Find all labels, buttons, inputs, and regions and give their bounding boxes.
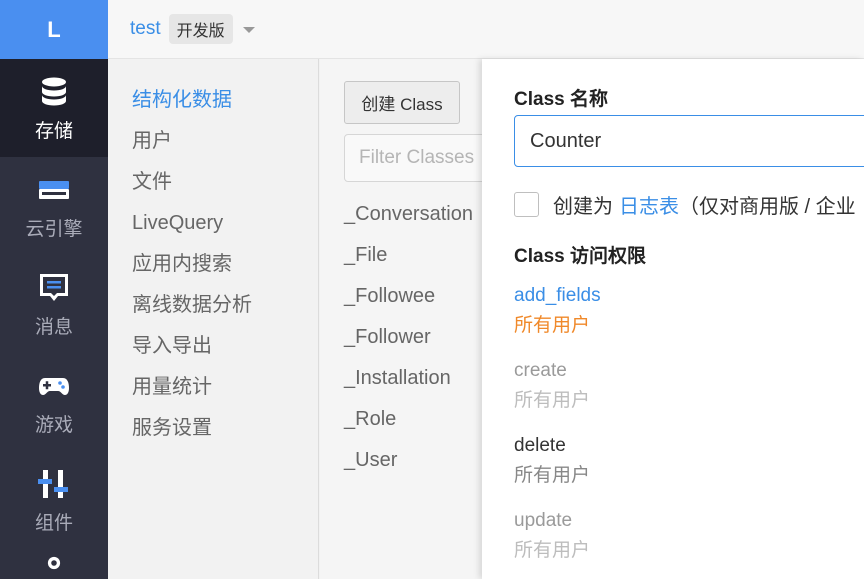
- permission-value[interactable]: 所有用户: [514, 386, 590, 416]
- chevron-down-icon[interactable]: [242, 27, 255, 33]
- subnav-item-service-settings[interactable]: 服务设置: [108, 413, 318, 454]
- class-item[interactable]: _Followee: [344, 281, 473, 322]
- class-item[interactable]: _User: [344, 445, 473, 486]
- create-class-panel: Class 名称 创建为 日志表 （仅对商用版 / 企业 Class 访问权限 …: [482, 59, 864, 579]
- permission-update[interactable]: update 所有用户: [514, 506, 590, 566]
- database-icon: [42, 77, 66, 105]
- gamepad-icon: [39, 377, 69, 395]
- class-name-input[interactable]: [514, 115, 864, 167]
- permission-add-fields[interactable]: add_fields 所有用户: [514, 281, 601, 341]
- rail-item-label: 存储: [34, 120, 73, 142]
- subnav-item-search[interactable]: 应用内搜索: [108, 249, 318, 290]
- log-table-option: 创建为 日志表 （仅对商用版 / 企业: [514, 190, 856, 219]
- rail-item-label: 消息: [34, 316, 73, 338]
- permission-value[interactable]: 所有用户: [514, 311, 601, 341]
- class-list: _Conversation _File _Followee _Follower …: [344, 199, 473, 486]
- class-acl-label: Class 访问权限: [514, 246, 646, 267]
- permission-delete[interactable]: delete 所有用户: [514, 431, 590, 491]
- class-list-column: 创建 Class _Conversation _File _Followee _…: [320, 59, 504, 579]
- permission-value[interactable]: 所有用户: [514, 536, 590, 566]
- rail-item-messaging[interactable]: 消息: [0, 255, 108, 353]
- rail-item-games[interactable]: 游戏: [0, 353, 108, 451]
- components-icon: [38, 469, 68, 498]
- permission-name[interactable]: update: [514, 506, 590, 536]
- logo[interactable]: L: [0, 0, 108, 59]
- subnav-item-livequery[interactable]: LiveQuery: [108, 208, 318, 249]
- subnav-item-offline-analytics[interactable]: 离线数据分析: [108, 290, 318, 331]
- rail-item-label: 组件: [34, 512, 73, 534]
- log-table-prefix: 创建为: [553, 196, 613, 218]
- rail-item-settings[interactable]: [0, 549, 108, 579]
- app-name[interactable]: test: [130, 18, 161, 40]
- permission-name[interactable]: create: [514, 356, 590, 386]
- top-bar: test 开发版: [108, 0, 864, 59]
- subnav-item-import-export[interactable]: 导入导出: [108, 331, 318, 372]
- chat-icon: [40, 273, 68, 301]
- subnav-item-users[interactable]: 用户: [108, 126, 318, 167]
- log-table-checkbox[interactable]: [514, 192, 539, 217]
- permission-name[interactable]: delete: [514, 431, 590, 461]
- class-item[interactable]: _Role: [344, 404, 473, 445]
- subnav-item-files[interactable]: 文件: [108, 167, 318, 208]
- log-table-link[interactable]: 日志表: [619, 190, 679, 219]
- class-item[interactable]: _File: [344, 240, 473, 281]
- class-item[interactable]: _Installation: [344, 363, 473, 404]
- rail-item-label: 游戏: [34, 414, 73, 436]
- subnav-item-usage[interactable]: 用量统计: [108, 372, 318, 413]
- permission-name[interactable]: add_fields: [514, 281, 601, 311]
- subnav-item-structured-data[interactable]: 结构化数据: [108, 85, 318, 126]
- class-item[interactable]: _Follower: [344, 322, 473, 363]
- rail-item-label: 云引擎: [25, 218, 83, 240]
- create-class-button[interactable]: 创建 Class: [344, 81, 460, 124]
- rail-item-storage[interactable]: 存储: [0, 59, 108, 157]
- plan-badge: 开发版: [168, 14, 233, 44]
- log-table-suffix: （仅对商用版 / 企业: [679, 196, 856, 218]
- rail-item-engine[interactable]: 云引擎: [0, 157, 108, 255]
- class-name-label: Class 名称: [514, 89, 608, 110]
- storage-subnav: 结构化数据 用户 文件 LiveQuery 应用内搜索 离线数据分析 导入导出 …: [108, 59, 319, 579]
- rail-item-components[interactable]: 组件: [0, 451, 108, 549]
- permission-value[interactable]: 所有用户: [514, 461, 590, 491]
- class-item[interactable]: _Conversation: [344, 199, 473, 240]
- main-rail: L 存储 云引擎 消息 游戏 组件: [0, 0, 108, 579]
- server-icon: [39, 180, 69, 199]
- permission-create[interactable]: create 所有用户: [514, 356, 590, 416]
- filter-classes-input[interactable]: [344, 134, 504, 182]
- gear-icon: [47, 556, 61, 570]
